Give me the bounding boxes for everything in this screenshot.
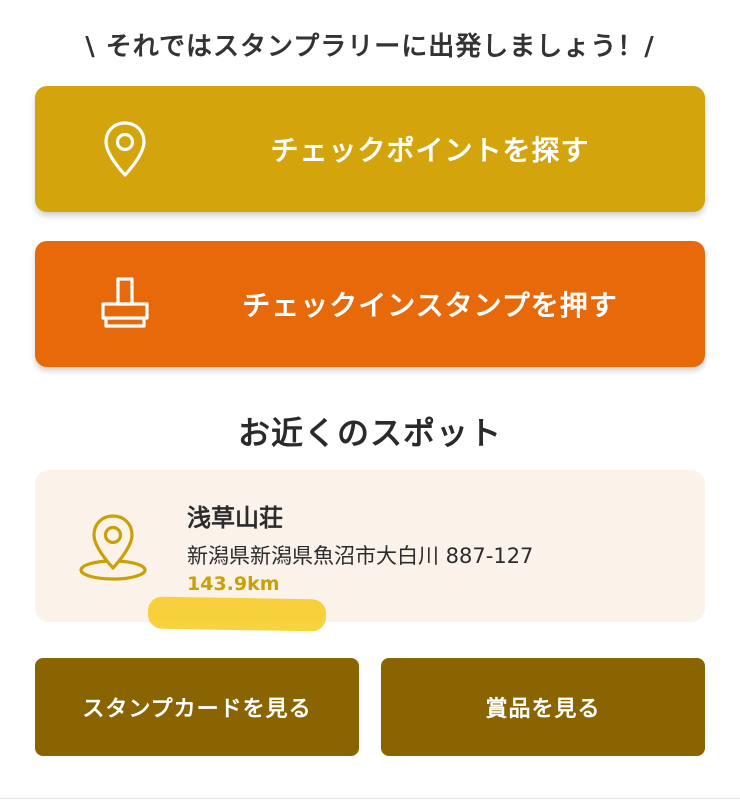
view-prizes-button[interactable]: 賞品を見る [381,658,705,756]
location-pin-icon [79,514,147,581]
find-checkpoint-label: チェックポイントを探す [270,134,590,167]
nearby-spot-card[interactable]: 浅草山荘 新潟県新潟県魚沼市大白川 887-127 143.9km [35,470,705,622]
highlighter-mark [147,596,327,632]
spot-address: 新潟県新潟県魚沼市大白川 887-127 [187,544,534,568]
bottom-divider [0,798,740,799]
stamp-icon [101,277,149,328]
spot-distance: 143.9km [187,573,280,595]
find-checkpoint-button[interactable]: チェックポイントを探す [35,86,705,212]
map-pin-icon [104,121,146,177]
checkin-stamp-button[interactable]: チェックインスタンプを押す [35,241,705,367]
checkin-stamp-label: チェックインスタンプを押す [242,289,618,322]
view-stamp-card-button[interactable]: スタンプカードを見る [35,658,359,756]
spot-name: 浅草山荘 [187,504,283,532]
page-headline: \ それではスタンプラリーに出発しましょう！/ [85,32,655,62]
nearby-spots-title: お近くのスポット [237,414,502,452]
